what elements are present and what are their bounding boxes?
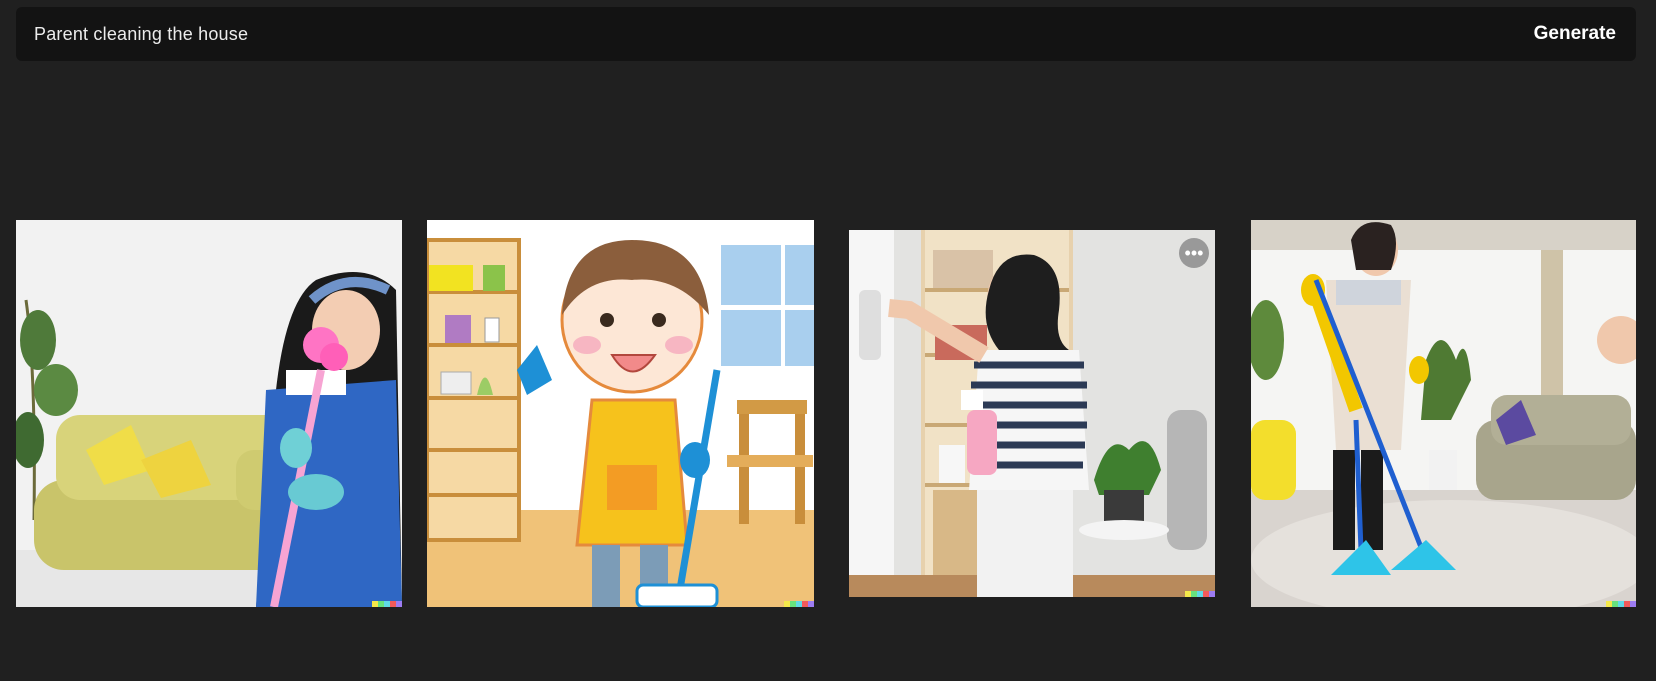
photo-woman-duster-sofa-icon	[16, 220, 402, 607]
photo-woman-spray-bottle-icon	[849, 230, 1215, 597]
more-options-button[interactable]: •••	[1179, 238, 1209, 268]
result-image-3[interactable]: •••	[849, 230, 1215, 597]
result-image-4[interactable]	[1251, 220, 1636, 607]
photo-woman-mop-livingroom-icon	[1251, 220, 1636, 607]
image-signature	[1185, 591, 1215, 597]
generate-button[interactable]: Generate	[1534, 23, 1616, 45]
image-signature	[372, 601, 402, 607]
cartoon-boy-mop-icon	[427, 220, 814, 607]
image-signature	[1606, 601, 1636, 607]
prompt-input[interactable]: Parent cleaning the house	[34, 24, 248, 45]
prompt-bar[interactable]: Parent cleaning the house Generate	[16, 7, 1636, 61]
result-image-1[interactable]	[16, 220, 402, 607]
result-image-2[interactable]	[427, 220, 814, 607]
image-signature	[784, 601, 814, 607]
